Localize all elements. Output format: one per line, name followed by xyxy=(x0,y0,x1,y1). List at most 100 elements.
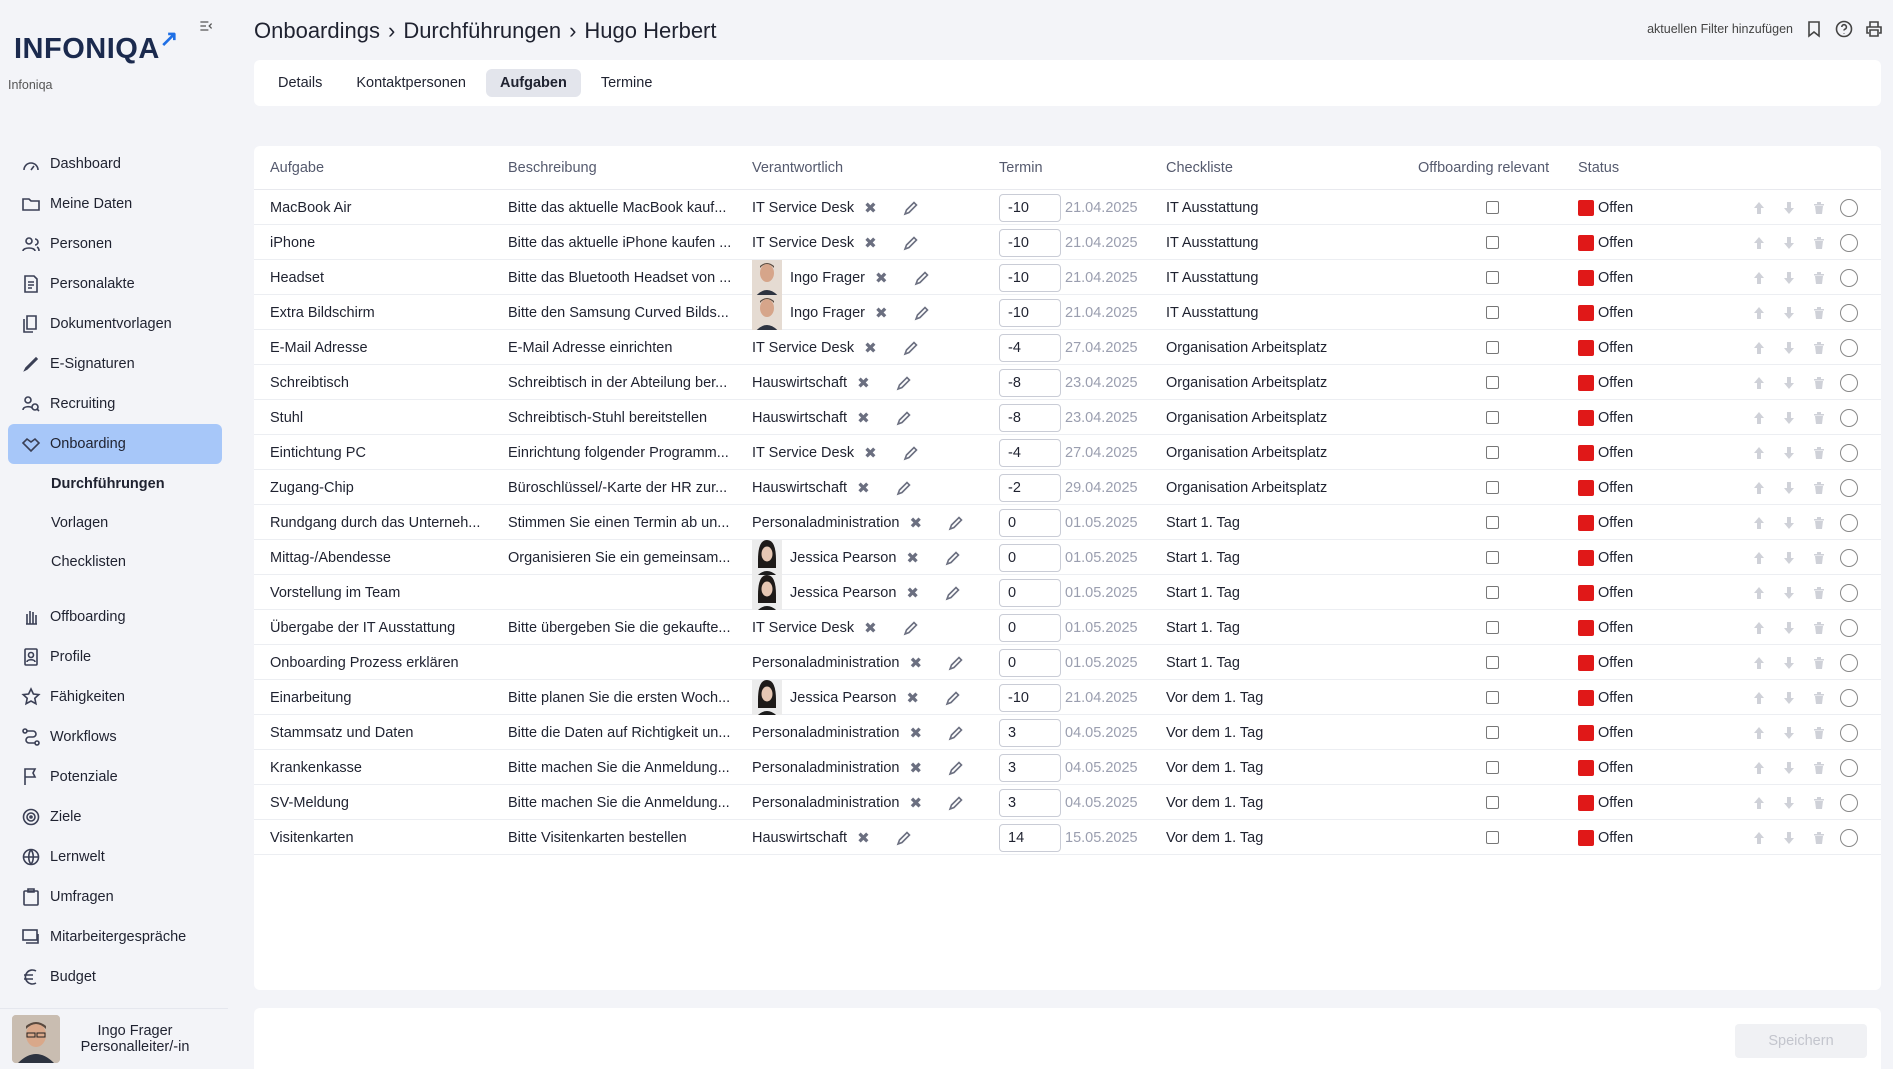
delete-icon[interactable] xyxy=(1804,691,1834,705)
move-up-icon[interactable] xyxy=(1744,341,1774,355)
table-row[interactable]: Zugang-Chip Büroschlüssel/-Karte der HR z… xyxy=(254,470,1881,505)
select-row-radio[interactable] xyxy=(1840,513,1858,532)
task-name[interactable]: Mittag-/Abendesse xyxy=(270,540,498,575)
delete-icon[interactable] xyxy=(1804,551,1834,565)
sidebar-subitem[interactable]: Checklisten xyxy=(8,542,222,581)
table-row[interactable]: Headset Bitte das Bluetooth Headset von .… xyxy=(254,260,1881,295)
task-name[interactable]: Einarbeitung xyxy=(270,680,498,715)
edit-responsible-icon[interactable] xyxy=(914,270,930,286)
task-name[interactable]: Schreibtisch xyxy=(270,365,498,400)
delete-icon[interactable] xyxy=(1804,481,1834,495)
day-offset-input[interactable]: 0 xyxy=(999,613,1061,642)
edit-responsible-icon[interactable] xyxy=(903,340,919,356)
task-status[interactable]: Offen xyxy=(1578,750,1688,785)
move-up-icon[interactable] xyxy=(1744,656,1774,670)
column-header-checkliste[interactable]: Checkliste xyxy=(1166,160,1233,176)
delete-icon[interactable] xyxy=(1804,586,1834,600)
column-header-aufgabe[interactable]: Aufgabe xyxy=(270,160,324,176)
offboarding-relevant-checkbox[interactable] xyxy=(1485,376,1499,389)
table-row[interactable]: Übergabe der IT Ausstattung Bitte übergeb… xyxy=(254,610,1881,645)
task-name[interactable]: Visitenkarten xyxy=(270,820,498,855)
table-row[interactable]: Vorstellung im Team Jessica Pearson ✖ 0 01.0… xyxy=(254,575,1881,610)
move-down-icon[interactable] xyxy=(1774,516,1804,530)
select-row-radio[interactable] xyxy=(1840,688,1858,707)
table-row[interactable]: Mittag-/Abendesse Organisieren Sie ein ge… xyxy=(254,540,1881,575)
edit-responsible-icon[interactable] xyxy=(896,830,912,846)
offboarding-relevant-checkbox[interactable] xyxy=(1485,201,1499,214)
move-up-icon[interactable] xyxy=(1744,621,1774,635)
move-up-icon[interactable] xyxy=(1744,516,1774,530)
sidebar-item-offboarding[interactable]: Offboarding xyxy=(8,597,222,637)
select-row-radio[interactable] xyxy=(1840,408,1858,427)
edit-responsible-icon[interactable] xyxy=(945,585,961,601)
remove-responsible-icon[interactable]: ✖ xyxy=(857,479,870,497)
task-status[interactable]: Offen xyxy=(1578,260,1688,295)
table-row[interactable]: Onboarding Prozess erklären Personaladmin… xyxy=(254,645,1881,680)
remove-responsible-icon[interactable]: ✖ xyxy=(864,619,877,637)
delete-icon[interactable] xyxy=(1804,341,1834,355)
day-offset-input[interactable]: -2 xyxy=(999,473,1061,502)
task-name[interactable]: Extra Bildschirm xyxy=(270,295,498,330)
move-down-icon[interactable] xyxy=(1774,411,1804,425)
remove-responsible-icon[interactable]: ✖ xyxy=(910,514,923,532)
move-down-icon[interactable] xyxy=(1774,551,1804,565)
edit-responsible-icon[interactable] xyxy=(903,200,919,216)
column-header-beschreibung[interactable]: Beschreibung xyxy=(508,160,597,176)
sidebar-item-fähigkeiten[interactable]: Fähigkeiten xyxy=(8,677,222,717)
move-up-icon[interactable] xyxy=(1744,796,1774,810)
move-up-icon[interactable] xyxy=(1744,481,1774,495)
task-status[interactable]: Offen xyxy=(1578,190,1688,225)
delete-icon[interactable] xyxy=(1804,516,1834,530)
remove-responsible-icon[interactable]: ✖ xyxy=(906,584,919,602)
edit-responsible-icon[interactable] xyxy=(945,690,961,706)
move-down-icon[interactable] xyxy=(1774,691,1804,705)
infoniqa-logo[interactable]: INFONIQA↗ xyxy=(14,26,179,66)
move-up-icon[interactable] xyxy=(1744,691,1774,705)
task-status[interactable]: Offen xyxy=(1578,715,1688,750)
delete-icon[interactable] xyxy=(1804,656,1834,670)
table-row[interactable]: Stammsatz und Daten Bitte die Daten auf R… xyxy=(254,715,1881,750)
task-name[interactable]: MacBook Air xyxy=(270,190,498,225)
day-offset-input[interactable]: 3 xyxy=(999,718,1061,747)
task-name[interactable]: Stuhl xyxy=(270,400,498,435)
move-down-icon[interactable] xyxy=(1774,306,1804,320)
offboarding-relevant-checkbox[interactable] xyxy=(1485,551,1499,564)
select-row-radio[interactable] xyxy=(1840,758,1858,777)
edit-responsible-icon[interactable] xyxy=(903,235,919,251)
select-row-radio[interactable] xyxy=(1840,653,1858,672)
select-row-radio[interactable] xyxy=(1840,373,1858,392)
select-row-radio[interactable] xyxy=(1840,233,1858,252)
task-status[interactable]: Offen xyxy=(1578,225,1688,260)
day-offset-input[interactable]: -10 xyxy=(999,298,1061,327)
delete-icon[interactable] xyxy=(1804,271,1834,285)
offboarding-relevant-checkbox[interactable] xyxy=(1485,516,1499,529)
move-up-icon[interactable] xyxy=(1744,726,1774,740)
sidebar-item-personen[interactable]: Personen xyxy=(8,224,222,264)
move-down-icon[interactable] xyxy=(1774,236,1804,250)
edit-responsible-icon[interactable] xyxy=(948,515,964,531)
day-offset-input[interactable]: 0 xyxy=(999,508,1061,537)
task-status[interactable]: Offen xyxy=(1578,820,1688,855)
offboarding-relevant-checkbox[interactable] xyxy=(1485,691,1499,704)
day-offset-input[interactable]: -10 xyxy=(999,193,1061,222)
task-name[interactable]: E-Mail Adresse xyxy=(270,330,498,365)
current-user[interactable]: Ingo Frager Personalleiter/-in xyxy=(0,1008,228,1069)
tab-aufgaben[interactable]: Aufgaben xyxy=(485,69,581,97)
day-offset-input[interactable]: 3 xyxy=(999,753,1061,782)
move-down-icon[interactable] xyxy=(1774,376,1804,390)
column-header-offboarding-relevant[interactable]: Offboarding relevant xyxy=(1418,160,1549,176)
offboarding-relevant-checkbox[interactable] xyxy=(1485,341,1499,354)
select-row-radio[interactable] xyxy=(1840,478,1858,497)
print-icon[interactable] xyxy=(1865,20,1883,38)
task-status[interactable]: Offen xyxy=(1578,365,1688,400)
move-down-icon[interactable] xyxy=(1774,796,1804,810)
move-down-icon[interactable] xyxy=(1774,271,1804,285)
table-row[interactable]: Schreibtisch Schreibtisch in der Abteilun… xyxy=(254,365,1881,400)
edit-responsible-icon[interactable] xyxy=(948,760,964,776)
offboarding-relevant-checkbox[interactable] xyxy=(1485,481,1499,494)
task-name[interactable]: Stammsatz und Daten xyxy=(270,715,498,750)
move-up-icon[interactable] xyxy=(1744,376,1774,390)
task-status[interactable]: Offen xyxy=(1578,400,1688,435)
offboarding-relevant-checkbox[interactable] xyxy=(1485,236,1499,249)
delete-icon[interactable] xyxy=(1804,201,1834,215)
